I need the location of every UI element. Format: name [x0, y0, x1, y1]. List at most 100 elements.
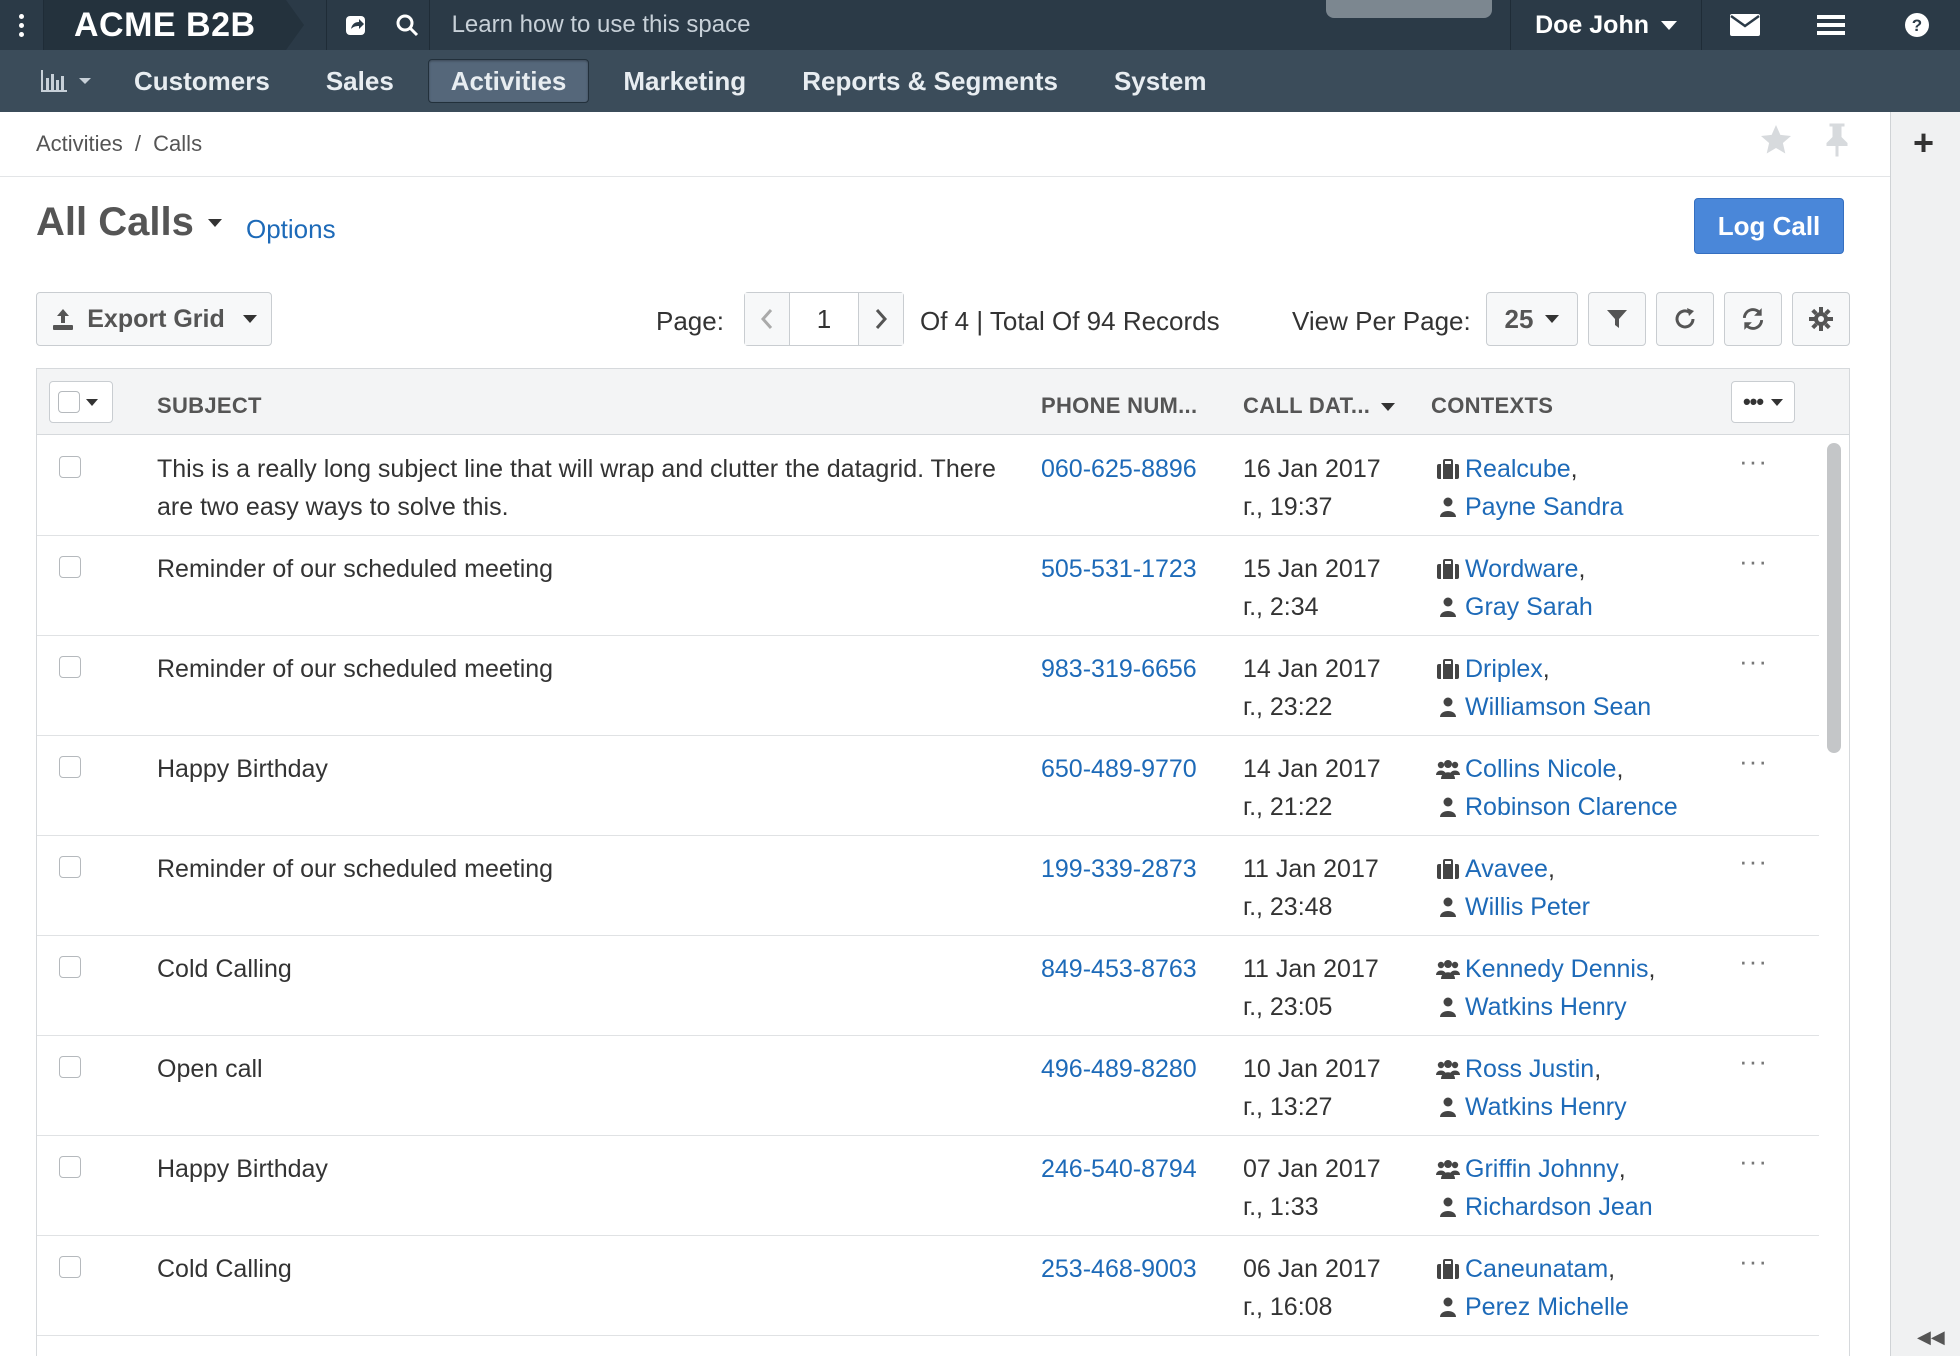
cell-phone-link[interactable]: 983-319-6656 [1041, 650, 1197, 688]
menu-system[interactable]: System [1092, 59, 1229, 103]
row-actions-ellipsis-icon[interactable]: ··· [1739, 1146, 1768, 1177]
table-row[interactable]: Reminder of our scheduled meeting 983-31… [37, 636, 1819, 736]
cell-phone-link[interactable]: 496-489-8280 [1041, 1050, 1197, 1088]
pull-down-tab[interactable] [1325, 0, 1492, 18]
export-grid-button[interactable]: Export Grid [36, 292, 272, 346]
cell-phone-link[interactable]: 505-531-1723 [1041, 550, 1197, 588]
row-checkbox[interactable] [59, 956, 81, 978]
column-manager-button[interactable]: ••• [1731, 381, 1795, 423]
row-actions-ellipsis-icon[interactable]: ··· [1739, 1046, 1768, 1077]
cell-phone-link[interactable]: 253-468-9003 [1041, 1250, 1197, 1288]
cell-subject[interactable]: Happy Birthday [157, 1150, 997, 1188]
row-actions-ellipsis-icon[interactable]: ··· [1739, 1246, 1768, 1277]
contact-link[interactable]: Willis Peter [1465, 888, 1590, 926]
contact-link[interactable]: Gray Sarah [1465, 588, 1593, 626]
learn-banner[interactable]: Learn how to use this space [430, 0, 1511, 50]
checkbox[interactable] [58, 391, 80, 413]
dashboard-switcher[interactable] [20, 50, 112, 112]
grid-settings-button[interactable] [1792, 292, 1850, 346]
menu-customers[interactable]: Customers [112, 59, 292, 103]
context-link[interactable]: Collins Nicole [1465, 750, 1616, 788]
cell-phone-link[interactable]: 199-339-2873 [1041, 850, 1197, 888]
pin-icon[interactable] [1822, 122, 1852, 158]
column-header-call-date[interactable]: CALL DAT... [1243, 393, 1395, 419]
user-menu[interactable]: Doe John [1510, 0, 1701, 50]
filter-button[interactable] [1588, 292, 1646, 346]
cell-subject[interactable]: Cold Calling [157, 1250, 997, 1288]
table-row[interactable]: Reminder of our scheduled meeting 505-53… [37, 536, 1819, 636]
menu-activities[interactable]: Activities [427, 59, 590, 103]
row-checkbox[interactable] [59, 1256, 81, 1278]
refresh-button[interactable] [1656, 292, 1714, 346]
per-page-select[interactable]: 25 [1486, 292, 1578, 346]
app-menu-kebab-icon[interactable] [0, 0, 44, 50]
row-checkbox[interactable] [59, 656, 81, 678]
prev-page-button[interactable] [745, 293, 789, 345]
breadcrumb-parent[interactable]: Activities [36, 131, 123, 156]
plus-icon[interactable]: + [1913, 122, 1934, 164]
row-checkbox[interactable] [59, 1056, 81, 1078]
cell-subject[interactable]: This is a really long subject line that … [157, 450, 997, 526]
grid-scrollbar[interactable] [1827, 443, 1841, 753]
cell-subject[interactable]: Reminder of our scheduled meeting [157, 850, 997, 888]
context-link[interactable]: Avavee [1465, 850, 1548, 888]
next-page-button[interactable] [859, 293, 903, 345]
row-checkbox[interactable] [59, 456, 81, 478]
star-icon[interactable] [1758, 122, 1794, 158]
cell-phone-link[interactable]: 246-540-8794 [1041, 1150, 1197, 1188]
row-actions-ellipsis-icon[interactable]: ··· [1739, 746, 1768, 777]
table-row[interactable]: Reminder of our scheduled meeting 199-33… [37, 836, 1819, 936]
column-header-subject[interactable]: SUBJECT [157, 393, 262, 419]
table-row[interactable]: Cold Calling 253-468-9003 06 Jan 2017 г.… [37, 1236, 1819, 1336]
row-actions-ellipsis-icon[interactable]: ··· [1739, 946, 1768, 977]
row-actions-ellipsis-icon[interactable]: ··· [1739, 846, 1768, 877]
row-actions-ellipsis-icon[interactable]: ··· [1739, 446, 1768, 477]
column-header-phone[interactable]: PHONE NUM... [1041, 393, 1197, 419]
context-link[interactable]: Ross Justin [1465, 1050, 1594, 1088]
contact-link[interactable]: Watkins Henry [1465, 1088, 1627, 1126]
cell-subject[interactable]: Happy Birthday [157, 750, 997, 788]
context-link[interactable]: Griffin Johnny [1465, 1150, 1619, 1188]
column-header-contexts[interactable]: CONTEXTS [1431, 393, 1553, 419]
brand-logo[interactable]: ACME B2B [44, 0, 304, 50]
select-all-checkbox[interactable] [49, 381, 113, 423]
collapse-icon[interactable]: ◀◀ [1917, 1327, 1945, 1348]
table-row[interactable]: Happy Birthday 246-540-8794 07 Jan 2017 … [37, 1136, 1819, 1236]
context-link[interactable]: Wordware [1465, 550, 1578, 588]
cell-phone-link[interactable]: 650-489-9770 [1041, 750, 1197, 788]
table-row[interactable]: Open call 496-489-8280 10 Jan 2017 г., 1… [37, 1036, 1819, 1136]
contact-link[interactable]: Watkins Henry [1465, 988, 1627, 1026]
log-call-button[interactable]: Log Call [1694, 198, 1844, 254]
cell-phone-link[interactable]: 060-625-8896 [1041, 450, 1197, 488]
reset-button[interactable] [1724, 292, 1782, 346]
table-row[interactable]: This is a really long subject line that … [37, 436, 1819, 536]
contact-link[interactable]: Williamson Sean [1465, 688, 1651, 726]
cell-subject[interactable]: Reminder of our scheduled meeting [157, 650, 997, 688]
table-row[interactable]: Happy Birthday 650-489-9770 14 Jan 2017 … [37, 736, 1819, 836]
context-link[interactable]: Realcube [1465, 450, 1571, 488]
row-actions-ellipsis-icon[interactable]: ··· [1739, 546, 1768, 577]
context-link[interactable]: Kennedy Dennis [1465, 950, 1648, 988]
hamburger-menu-icon[interactable] [1788, 0, 1874, 50]
contact-link[interactable]: Payne Sandra [1465, 488, 1623, 526]
page-number-input[interactable]: 1 [789, 293, 859, 345]
row-checkbox[interactable] [59, 1156, 81, 1178]
row-checkbox[interactable] [59, 856, 81, 878]
cell-phone-link[interactable]: 849-453-8763 [1041, 950, 1197, 988]
options-link[interactable]: Options [246, 214, 336, 245]
cell-subject[interactable]: Cold Calling [157, 950, 997, 988]
contact-link[interactable]: Robinson Clarence [1465, 788, 1678, 826]
context-link[interactable]: Driplex [1465, 650, 1543, 688]
envelope-icon[interactable] [1702, 0, 1788, 50]
help-icon[interactable]: ? [1874, 0, 1960, 50]
menu-marketing[interactable]: Marketing [601, 59, 768, 103]
contact-link[interactable]: Perez Michelle [1465, 1288, 1629, 1326]
cell-subject[interactable]: Reminder of our scheduled meeting [157, 550, 997, 588]
page-title[interactable]: All Calls [36, 200, 222, 245]
menu-reports-segments[interactable]: Reports & Segments [780, 59, 1080, 103]
share-icon[interactable] [327, 0, 385, 50]
context-link[interactable]: Caneunatam [1465, 1250, 1608, 1288]
search-icon[interactable] [385, 0, 429, 50]
menu-sales[interactable]: Sales [304, 59, 416, 103]
row-checkbox[interactable] [59, 756, 81, 778]
